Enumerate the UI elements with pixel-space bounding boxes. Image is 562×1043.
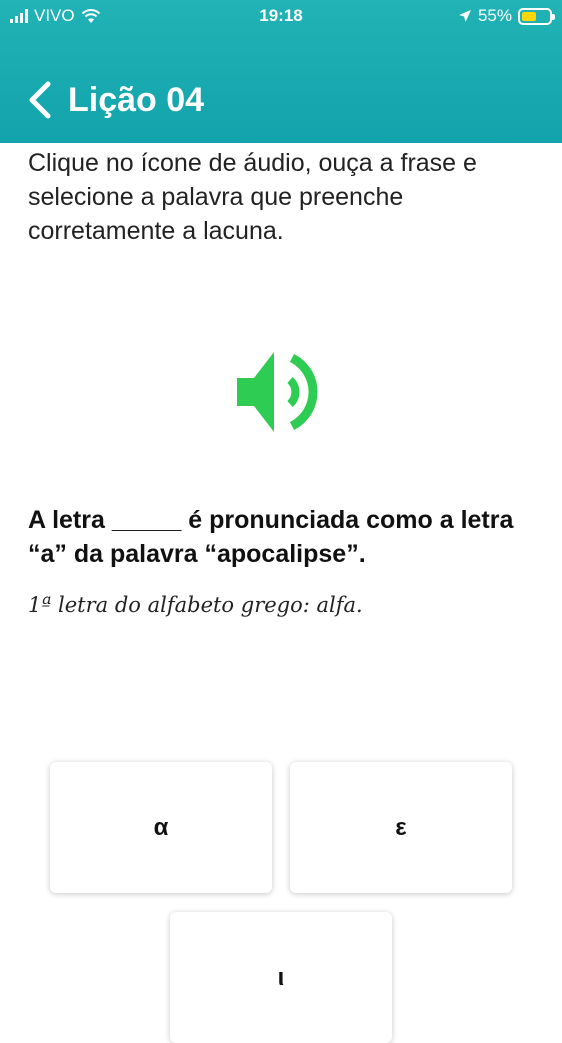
option-alpha[interactable]: α <box>50 762 272 893</box>
option-iota[interactable]: ι <box>170 912 392 1043</box>
exercise-sentence: A letra _____ é pronunciada como a letra… <box>28 506 514 568</box>
status-right: 55% <box>458 6 555 26</box>
hint-text: 1ª letra do alfabeto grego: alfa. <box>28 593 363 617</box>
battery-percent: 55% <box>477 6 512 25</box>
speaker-icon <box>237 352 318 432</box>
option-label: ε <box>395 813 407 841</box>
location-arrow-icon <box>458 10 471 22</box>
page-title: Lição 04 <box>68 80 205 119</box>
instructions-text: Clique no ícone de áudio, ouça a frase e… <box>28 149 477 245</box>
option-epsilon[interactable]: ε <box>290 762 512 893</box>
status-bar: VIVO 19:18 55% <box>0 0 562 34</box>
app-header: VIVO 19:18 55% Lição 04 <box>0 0 562 143</box>
option-label: α <box>153 813 169 841</box>
option-label: ι <box>277 963 285 991</box>
battery-fill <box>522 11 537 21</box>
battery-icon <box>518 7 555 25</box>
nav-bar: Lição 04 <box>0 70 562 130</box>
audio-button[interactable] <box>232 348 332 436</box>
back-button[interactable] <box>14 75 64 125</box>
chevron-left-icon <box>29 81 51 119</box>
